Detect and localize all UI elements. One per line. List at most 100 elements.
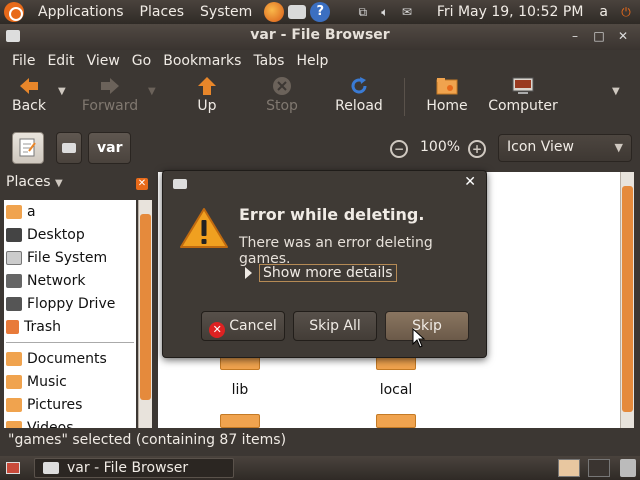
- sidebar-chevron-icon[interactable]: ▼: [55, 178, 63, 189]
- home-button[interactable]: Home: [424, 76, 470, 120]
- folder-icon[interactable]: [220, 414, 260, 428]
- drive-icon: [6, 250, 22, 265]
- sidebar-item-filesystem[interactable]: File System: [4, 246, 136, 269]
- zoom-in-icon[interactable]: +: [468, 140, 486, 158]
- taskbar-button-file-browser[interactable]: var - File Browser: [34, 458, 234, 478]
- sidebar-item-trash[interactable]: Trash: [4, 315, 136, 338]
- network-tray-icon[interactable]: ⧉: [355, 5, 371, 19]
- sidebar-item-videos[interactable]: Videos: [4, 416, 136, 428]
- skip-all-button[interactable]: Skip All: [293, 311, 377, 341]
- computer-button[interactable]: Computer: [488, 76, 558, 120]
- workspace-2[interactable]: [588, 459, 610, 477]
- applications-menu[interactable]: Applications: [30, 4, 132, 20]
- sidebar-item-label: a: [27, 203, 36, 220]
- folder-icon[interactable]: [376, 414, 416, 428]
- sidebar-item-label: Trash: [24, 318, 61, 335]
- workspace-1[interactable]: [558, 459, 580, 477]
- sidebar-header[interactable]: Places ▼ ✕: [6, 174, 148, 198]
- folder-icon: [6, 420, 22, 428]
- computer-label: Computer: [488, 98, 558, 114]
- maximize-button[interactable]: □: [590, 27, 608, 45]
- firefox-launcher-icon[interactable]: [264, 2, 285, 22]
- sidebar-scroll-thumb[interactable]: [140, 214, 151, 400]
- titlebar[interactable]: var - File Browser – □ ✕: [0, 24, 640, 50]
- menu-bookmarks[interactable]: Bookmarks: [157, 53, 247, 69]
- dialog-close-icon[interactable]: ✕: [464, 174, 476, 190]
- menubar: File Edit View Go Bookmarks Tabs Help: [0, 50, 640, 72]
- zoom-out-icon[interactable]: −: [390, 140, 408, 158]
- view-mode-select[interactable]: Icon View ▼: [498, 134, 632, 162]
- root-path-button[interactable]: [56, 132, 82, 164]
- sidebar-item-label: Documents: [27, 350, 107, 367]
- mail-tray-icon[interactable]: ✉: [399, 5, 415, 19]
- sidebar-title[interactable]: Places: [6, 174, 51, 190]
- folder-label-local[interactable]: local: [356, 382, 436, 398]
- trash-icon: [6, 319, 19, 334]
- menu-help[interactable]: Help: [290, 53, 334, 69]
- sidebar-separator: [6, 342, 134, 343]
- menu-file[interactable]: File: [6, 53, 41, 69]
- up-label: Up: [197, 98, 217, 114]
- zoom-level[interactable]: 100%: [420, 139, 460, 155]
- volume-tray-icon[interactable]: 🔈︎: [377, 5, 393, 19]
- toggle-location-button[interactable]: [12, 132, 44, 164]
- show-details-expander[interactable]: Show more details: [259, 264, 397, 282]
- stop-button[interactable]: Stop: [262, 76, 302, 120]
- back-history-arrow-icon[interactable]: ▼: [58, 86, 70, 98]
- dialog-heading: Error while deleting.: [239, 205, 425, 224]
- reload-button[interactable]: Reload: [334, 76, 384, 120]
- bottom-panel: var - File Browser: [0, 456, 640, 480]
- sidebar-close-icon[interactable]: ✕: [136, 178, 148, 190]
- sidebar-item-documents[interactable]: Documents: [4, 347, 136, 370]
- menu-edit[interactable]: Edit: [41, 53, 80, 69]
- places-menu[interactable]: Places: [132, 4, 193, 20]
- close-button[interactable]: ✕: [614, 27, 632, 45]
- skip-button[interactable]: Skip: [385, 311, 469, 341]
- window-title: var - File Browser: [250, 27, 390, 43]
- minimize-button[interactable]: –: [566, 27, 584, 45]
- reload-label: Reload: [335, 98, 383, 114]
- power-icon[interactable]: ⏻: [618, 5, 634, 19]
- mouse-cursor-icon: [412, 328, 426, 348]
- up-arrow-icon: [198, 77, 216, 95]
- system-menu[interactable]: System: [192, 4, 260, 20]
- toolbar-overflow-icon[interactable]: ▼: [612, 86, 624, 98]
- dialog-window-icon[interactable]: [173, 179, 187, 189]
- up-button[interactable]: Up: [188, 76, 226, 120]
- sidebar-item-floppy[interactable]: Floppy Drive: [4, 292, 136, 315]
- home-folder-icon: [6, 204, 22, 219]
- show-desktop-icon[interactable]: [6, 462, 20, 474]
- location-bar: var − 100% + Icon View ▼: [0, 124, 640, 166]
- cancel-icon: ✕: [209, 322, 226, 338]
- ubuntu-logo-icon[interactable]: [4, 2, 24, 22]
- sidebar-item-network[interactable]: Network: [4, 269, 136, 292]
- forward-button[interactable]: Forward: [80, 76, 140, 120]
- sidebar-item-desktop[interactable]: Desktop: [4, 223, 136, 246]
- mail-launcher-icon[interactable]: [288, 5, 307, 19]
- content-scrollbar[interactable]: [620, 172, 634, 428]
- sidebar-item-music[interactable]: Music: [4, 370, 136, 393]
- menu-tabs[interactable]: Tabs: [247, 53, 290, 69]
- sidebar-item-pictures[interactable]: Pictures: [4, 393, 136, 416]
- path-button-var[interactable]: var: [88, 132, 132, 164]
- sidebar-item-home[interactable]: a: [4, 200, 136, 223]
- sidebar-scrollbar[interactable]: [138, 200, 152, 428]
- expander-arrow-icon[interactable]: [245, 267, 252, 279]
- cancel-button[interactable]: ✕ Cancel: [201, 311, 285, 341]
- trash-applet-icon[interactable]: [620, 459, 636, 477]
- user-menu[interactable]: a: [595, 4, 618, 20]
- back-button[interactable]: Back: [8, 76, 50, 120]
- forward-history-arrow-icon[interactable]: ▼: [148, 86, 160, 98]
- back-label: Back: [12, 98, 46, 114]
- sidebar-item-label: Floppy Drive: [27, 295, 116, 312]
- folder-label-lib[interactable]: lib: [200, 382, 280, 398]
- sidebar-item-label: Network: [27, 272, 86, 289]
- text-entry-icon: [19, 138, 36, 157]
- menu-view[interactable]: View: [81, 53, 126, 69]
- sidebar-item-label: Desktop: [27, 226, 85, 243]
- clock[interactable]: Fri May 19, 10:52 PM: [425, 4, 596, 20]
- content-scroll-thumb[interactable]: [622, 186, 633, 412]
- menu-go[interactable]: Go: [126, 53, 157, 69]
- warning-icon: [180, 208, 228, 248]
- help-launcher-icon[interactable]: ?: [310, 2, 331, 22]
